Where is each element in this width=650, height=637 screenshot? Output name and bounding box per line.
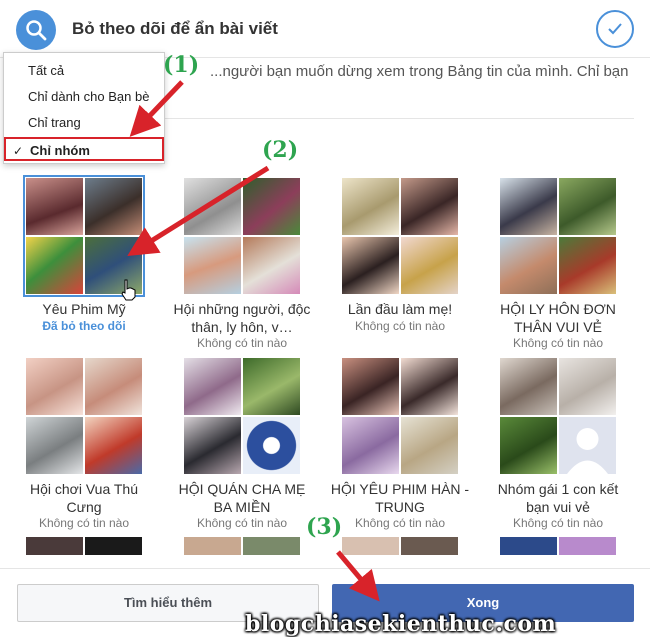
group-cover-mosaic[interactable] [342,358,458,474]
member-photo [401,178,458,235]
member-photo [184,178,241,235]
next-row-preview [342,537,458,555]
group-status: Không có tin nào [512,336,604,350]
member-photo [500,358,557,415]
filter-option-label: Tất cả [28,63,65,78]
member-photo [184,358,241,415]
group-name: Yêu Phim Mỹ [42,301,126,317]
member-photo [85,178,142,235]
filter-option-groups[interactable]: ✓ Chỉ nhóm [4,137,164,161]
group-name: Hội chơi Vua Thú Cưng [29,481,138,515]
group-status: Không có tin nào [512,516,604,530]
member-photo [85,417,142,474]
group-status: Không có tin nào [354,516,446,530]
member-photo [401,237,458,294]
member-photo [500,417,557,474]
group-cover-mosaic[interactable] [23,175,145,297]
member-photo [26,178,83,235]
next-row-preview [500,537,616,555]
filter-option-label: Chỉ nhóm [30,143,90,158]
group-cover-mosaic[interactable] [184,358,300,474]
dialog-header: Bỏ theo dõi để ẩn bài viết [0,0,650,58]
member-photo [243,237,300,294]
filter-option-friends[interactable]: Chỉ dành cho Bạn bè [4,85,164,109]
member-photo [85,358,142,415]
group-cover-mosaic[interactable] [342,178,458,294]
annotation-step-1: (1) [163,52,200,78]
member-photo [243,417,300,474]
annotation-step-2: (2) [262,137,299,163]
group-status: Không có tin nào [354,319,446,333]
next-row-preview [184,537,300,555]
group-name: HỘI QUÁN CHA MẸ BA MIỀN [178,481,306,515]
next-row-preview [26,537,142,555]
dialog-title: Bỏ theo dõi để ẩn bài viết [72,19,278,38]
group-status: Đã bỏ theo dõi [42,319,126,333]
member-photo [401,417,458,474]
description-text: ...người bạn muốn dừng xem trong Bảng ti… [210,63,629,80]
cursor-hand-icon [121,279,136,301]
member-photo [559,178,616,235]
group-name: HỘI YÊU PHIM HÀN -TRUNG [330,481,470,515]
member-photo [559,237,616,294]
group-status: Không có tin nào [38,516,130,530]
member-photo [26,237,83,294]
member-photo [26,417,83,474]
search-icon[interactable] [16,10,56,50]
group-cover-mosaic[interactable] [26,358,142,474]
group-cover-mosaic[interactable] [500,178,616,294]
group-status: Không có tin nào [196,336,288,350]
group-name: Hội những người, độc thân, ly hôn, v… [173,301,311,335]
member-photo [500,237,557,294]
member-photo [243,178,300,235]
member-photo [243,358,300,415]
member-photo [184,237,241,294]
member-photo [26,358,83,415]
filter-option-all[interactable]: Tất cả [4,59,164,83]
member-photo [342,417,399,474]
group-name: HỘI LY HÔN ĐƠN THÂN VUI VẺ [500,301,616,335]
avatar [559,417,616,474]
member-photo [559,358,616,415]
annotation-step-3: (3) [306,514,343,540]
member-photo [342,178,399,235]
filter-option-label: Chỉ dành cho Bạn bè [28,89,150,104]
member-photo [342,358,399,415]
watermark-text: blogchiasekienthuc.com [245,611,557,637]
member-photo [401,358,458,415]
group-name: Lần đầu làm mẹ! [347,301,453,317]
member-photo [184,417,241,474]
filter-option-pages[interactable]: Chỉ trang [4,111,164,135]
group-cover-mosaic[interactable] [500,358,616,474]
check-icon: ✓ [13,144,24,158]
filter-dropdown: Tất cả Chỉ dành cho Bạn bè Chỉ trang ✓ Ch… [3,52,165,164]
group-status: Không có tin nào [196,516,288,530]
member-photo [500,178,557,235]
check-icon[interactable] [596,10,634,48]
group-name: Nhóm gái 1 con kết bạn vui vẻ [497,481,619,515]
filter-option-label: Chỉ trang [28,115,81,130]
member-photo [342,237,399,294]
group-cover-mosaic[interactable] [184,178,300,294]
